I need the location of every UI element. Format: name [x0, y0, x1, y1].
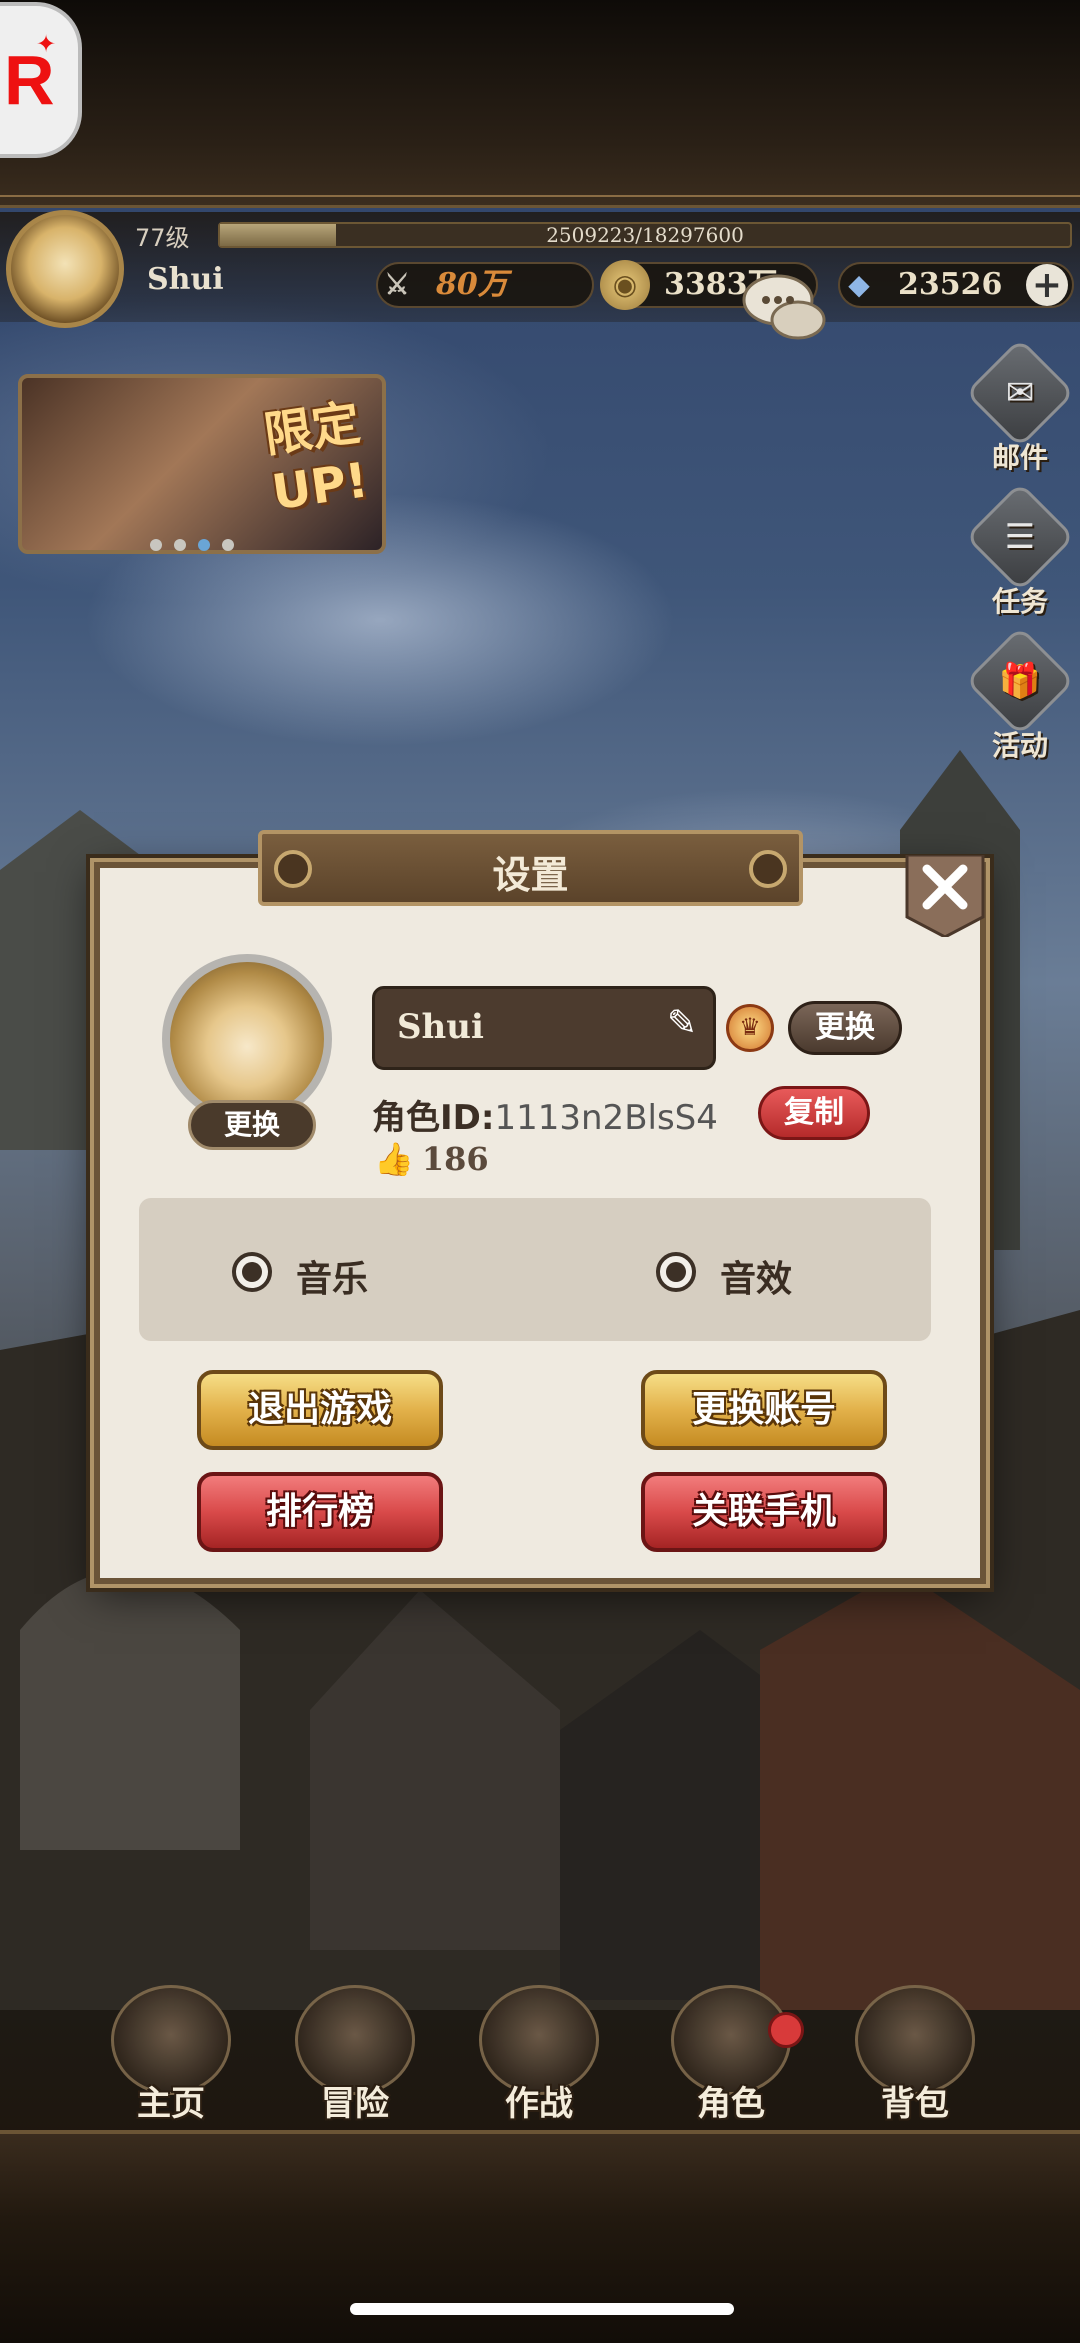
- xp-text: 2509223/18297600: [546, 223, 744, 247]
- top-banner-frame: [0, 0, 1080, 208]
- power-value: 80万: [436, 267, 508, 302]
- dialog-title-bar: 设置: [258, 830, 803, 906]
- sword-icon: ⚔: [384, 268, 410, 301]
- profile-avatar[interactable]: [162, 954, 332, 1124]
- link-phone-button[interactable]: 关联手机: [641, 1472, 887, 1552]
- music-toggle[interactable]: [232, 1252, 272, 1292]
- chat-icon[interactable]: [740, 270, 830, 350]
- nav-character[interactable]: 角色: [656, 1985, 806, 2125]
- gem-icon: ◆: [848, 268, 870, 301]
- app-logo[interactable]: R ✦: [0, 2, 82, 158]
- nav-battle[interactable]: 作战: [464, 1985, 614, 2125]
- nav-bag[interactable]: 背包: [840, 1985, 990, 2125]
- plus-icon[interactable]: +: [1026, 264, 1068, 306]
- name-field[interactable]: Shui ✎: [372, 986, 716, 1070]
- likes-count: 186: [421, 1140, 489, 1178]
- side-button-mail[interactable]: ✉ 邮件: [964, 337, 1076, 476]
- sfx-label: 音效: [720, 1259, 793, 1300]
- gem-display: ◆ 23526 +: [838, 262, 1074, 308]
- role-id-label: 角色ID:: [372, 1098, 495, 1138]
- quest-icon: ☰: [964, 481, 1076, 593]
- nav-adventure[interactable]: 冒险: [280, 1985, 430, 2125]
- title-badge-icon: ♛: [726, 1004, 774, 1052]
- name-value: Shui: [397, 1007, 484, 1047]
- coin-icon: ◉: [600, 260, 650, 310]
- pager-dot-active[interactable]: [198, 539, 210, 551]
- pager-dot[interactable]: [174, 539, 186, 551]
- pager-dot[interactable]: [222, 539, 234, 551]
- sfx-toggle[interactable]: [656, 1252, 696, 1292]
- limited-up-banner[interactable]: 限定 UP!: [18, 374, 386, 554]
- role-id-row: 角色ID:1113n2BlsS4: [372, 1090, 718, 1139]
- copy-id-button[interactable]: 复制: [758, 1086, 870, 1140]
- edit-pencil-icon[interactable]: ✎: [667, 1003, 697, 1044]
- switch-account-button[interactable]: 更换账号: [641, 1370, 887, 1450]
- player-avatar[interactable]: [6, 210, 124, 328]
- close-icon[interactable]: [905, 855, 985, 937]
- player-level: 77级: [135, 224, 190, 252]
- nav-home[interactable]: 主页: [96, 1985, 246, 2125]
- gift-icon: 🎁: [964, 625, 1076, 737]
- avatar-change-button[interactable]: 更换: [188, 1100, 316, 1150]
- exit-game-button[interactable]: 退出游戏: [197, 1370, 443, 1450]
- thumbs-up-icon: 👍: [374, 1140, 414, 1178]
- likes-row: 👍 186: [374, 1140, 489, 1178]
- mail-icon: ✉: [964, 337, 1076, 449]
- music-label: 音乐: [296, 1259, 369, 1300]
- side-button-quest[interactable]: ☰ 任务: [964, 481, 1076, 620]
- home-indicator[interactable]: [350, 2303, 734, 2315]
- banner-pager[interactable]: [150, 536, 246, 555]
- change-title-button[interactable]: 更换: [788, 1001, 902, 1055]
- side-button-event[interactable]: 🎁 活动: [964, 625, 1076, 764]
- power-display: ⚔ 80万: [376, 262, 594, 308]
- xp-bar: 2509223/18297600: [218, 222, 1072, 248]
- player-name: Shui: [147, 262, 224, 297]
- banner-text: 限定 UP!: [260, 394, 372, 522]
- notification-dot: [768, 2012, 804, 2048]
- dialog-title: 设置: [492, 853, 569, 897]
- role-id-value: 1113n2BlsS4: [494, 1098, 718, 1138]
- ranking-button[interactable]: 排行榜: [197, 1472, 443, 1552]
- gem-value: 23526: [898, 267, 1003, 302]
- pager-dot[interactable]: [150, 539, 162, 551]
